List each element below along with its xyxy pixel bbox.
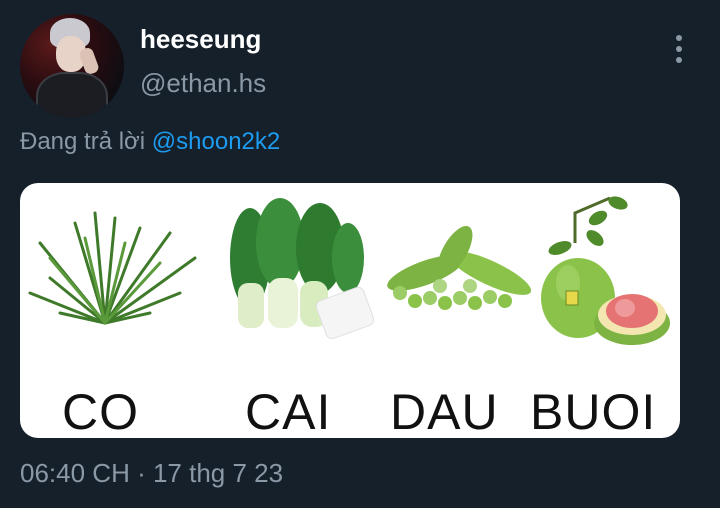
avatar[interactable] bbox=[20, 14, 124, 118]
image-label-cai: CAI bbox=[245, 384, 332, 438]
image-label-co: CO bbox=[62, 384, 139, 438]
author-handle[interactable]: @ethan.hs bbox=[140, 68, 266, 99]
bok-choy-illustration bbox=[230, 198, 375, 340]
reply-prefix: Đang trả lời bbox=[20, 128, 146, 155]
edamame-illustration bbox=[387, 226, 532, 310]
tweet-image[interactable]: CO CAI DAU BUOI bbox=[20, 183, 680, 438]
tweet-timestamp[interactable]: 06:40 CH · 17 thg 7 23 bbox=[20, 458, 283, 489]
image-label-buoi: BUOI bbox=[530, 384, 657, 438]
reply-mention-link[interactable]: @shoon2k2 bbox=[152, 128, 280, 155]
grass-illustration bbox=[28, 211, 197, 325]
pomelo-illustration bbox=[541, 196, 670, 345]
reply-context: Đang trả lời @shoon2k2 bbox=[20, 128, 280, 156]
avatar-body bbox=[36, 72, 108, 118]
image-label-dau: DAU bbox=[390, 384, 499, 438]
author-display-name[interactable]: heeseung bbox=[140, 24, 261, 55]
more-vertical-icon[interactable] bbox=[664, 34, 694, 64]
